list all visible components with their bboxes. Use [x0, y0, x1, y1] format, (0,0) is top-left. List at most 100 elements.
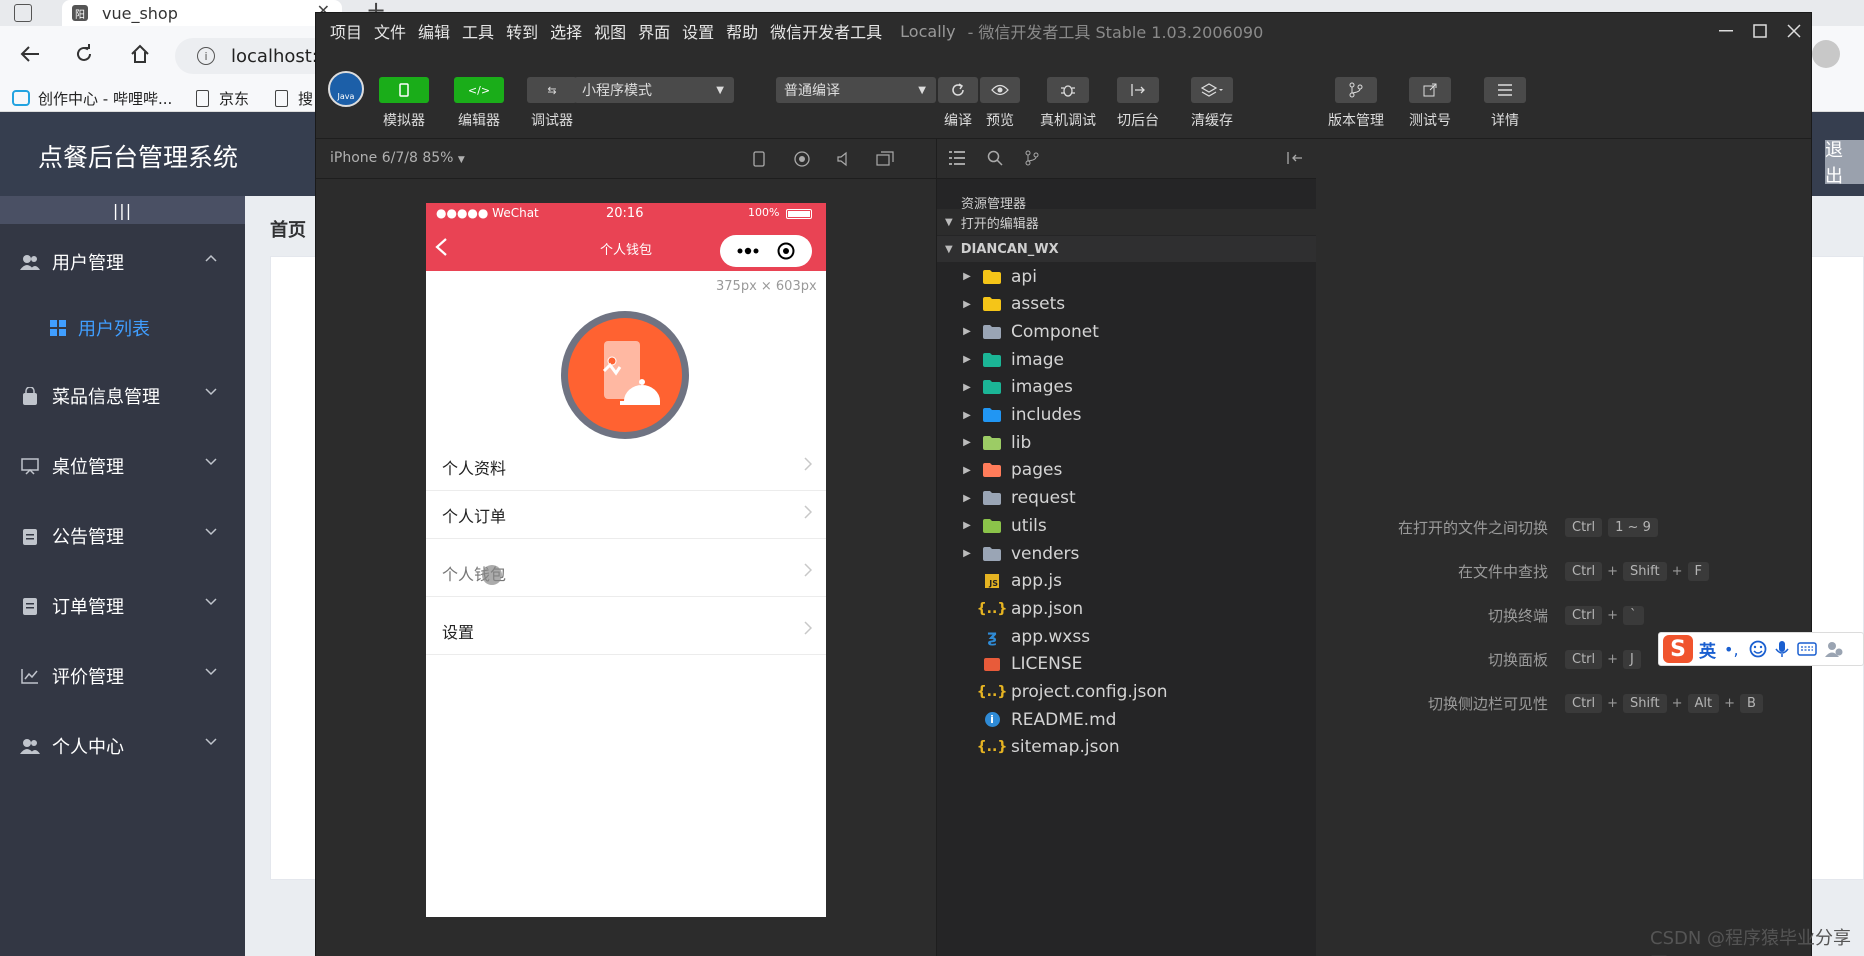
menu-order-management[interactable]: 订单管理 — [0, 578, 245, 634]
phone-frame-icon[interactable] — [753, 151, 765, 167]
editor-toggle[interactable]: </> 编辑器 — [443, 77, 515, 130]
tree-folder-api[interactable]: ▶ api — [935, 263, 1315, 290]
bookmark-jd[interactable]: 京东 — [196, 84, 249, 112]
bookmark-search[interactable]: 搜 — [275, 84, 313, 112]
menu-row-settings[interactable]: 设置 — [426, 607, 826, 655]
record-icon[interactable] — [794, 151, 810, 167]
real-device-debug-button[interactable]: 真机调试 — [1032, 77, 1104, 130]
volume-icon[interactable] — [836, 151, 852, 167]
emoji-icon[interactable] — [1749, 640, 1767, 658]
menu-select[interactable]: 选择 — [550, 19, 582, 43]
tree-item-label: pages — [1011, 460, 1063, 481]
bookmark-bilibili[interactable]: 创作中心 - 哔哩哔... — [12, 84, 172, 112]
home-icon[interactable] — [126, 40, 154, 68]
profile-avatar-icon[interactable] — [1812, 40, 1840, 68]
sidebar-collapse-toggle[interactable]: ||| — [0, 196, 245, 224]
tree-folder-image[interactable]: ▶ image — [935, 346, 1315, 373]
punctuation-icon[interactable]: •, — [1724, 640, 1739, 659]
menu-user-management[interactable]: 用户管理 — [0, 234, 245, 290]
menu-row-profile[interactable]: 个人资料 — [426, 443, 826, 491]
tree-file-app-wxss[interactable]: ƺ app.wxss — [935, 623, 1315, 650]
back-icon[interactable] — [16, 40, 44, 68]
tree-folder-utils[interactable]: ▶ utils — [935, 512, 1315, 539]
reload-icon[interactable] — [70, 40, 98, 68]
tree-file-readme-md[interactable]: i README.md — [935, 706, 1315, 733]
tree-file-app-json[interactable]: {..} app.json — [935, 595, 1315, 622]
watermark: CSDN @程序猿毕业分享网 — [1650, 928, 1852, 956]
tree-file-project-config-json[interactable]: {..} project.config.json — [935, 679, 1315, 706]
ime-language-toggle[interactable]: 英 — [1699, 637, 1716, 662]
collapse-panel-icon[interactable] — [1287, 151, 1303, 165]
project-root-section[interactable]: ▼ DIANCAN_WX — [937, 236, 1317, 262]
preview-button[interactable]: 预览 — [964, 77, 1036, 130]
tree-folder-pages[interactable]: ▶ pages — [935, 457, 1315, 484]
tree-file-license[interactable]: LICENSE — [935, 651, 1315, 678]
caret-right-icon: ▶ — [963, 437, 971, 449]
version-management-button[interactable]: 版本管理 — [1316, 77, 1396, 130]
details-button[interactable]: 详情 — [1469, 77, 1541, 130]
menu-row-orders[interactable]: 个人订单 — [426, 491, 826, 539]
clear-cache-button[interactable]: 清缓存 — [1176, 77, 1248, 130]
info-icon[interactable]: i — [197, 47, 215, 65]
mode-select[interactable]: 小程序模式 ▼ — [574, 77, 734, 103]
test-account-button[interactable]: 测试号 — [1394, 77, 1466, 130]
menu-goto[interactable]: 转到 — [506, 19, 538, 43]
project-avatar[interactable]: Java — [328, 71, 364, 107]
browser-tab[interactable]: 阳 vue_shop ✕ — [62, 0, 342, 26]
caret-right-icon: ▶ — [963, 326, 971, 338]
menu-help[interactable]: 帮助 — [726, 19, 758, 43]
shortcut-label: 在文件中查找 — [1457, 562, 1548, 581]
detach-window-icon[interactable] — [876, 151, 894, 167]
menu-file[interactable]: 文件 — [374, 19, 406, 43]
user-avatar[interactable] — [561, 311, 689, 439]
tree-folder-venders[interactable]: ▶ venders — [935, 540, 1315, 567]
submenu-user-list[interactable]: 用户列表 — [0, 300, 245, 356]
menu-edit[interactable]: 编辑 — [418, 19, 450, 43]
editor-area — [1316, 139, 1811, 956]
tree-folder-componet[interactable]: ▶ Componet — [935, 318, 1315, 345]
microphone-icon[interactable] — [1774, 640, 1789, 658]
menu-notice-management[interactable]: 公告管理 — [0, 508, 245, 564]
menu-table-management[interactable]: 桌位管理 — [0, 438, 245, 494]
user-settings-icon[interactable] — [1824, 641, 1843, 657]
menu-review-management[interactable]: 评价管理 — [0, 648, 245, 704]
menu-dish-management[interactable]: 菜品信息管理 — [0, 368, 245, 424]
device-select[interactable]: iPhone 6/7/8 85% ▼ — [330, 150, 465, 166]
menu-view[interactable]: 视图 — [594, 19, 626, 43]
keyboard-icon[interactable] — [1796, 642, 1817, 656]
tree-file-sitemap-json[interactable]: {..} sitemap.json — [935, 734, 1315, 761]
tree-folder-images[interactable]: ▶ images — [935, 374, 1315, 401]
tree-folder-request[interactable]: ▶ request — [935, 485, 1315, 512]
breadcrumb[interactable]: 首页 — [270, 216, 306, 242]
menu-interface[interactable]: 界面 — [638, 19, 670, 43]
menu-personal-center[interactable]: 个人中心 — [0, 718, 245, 774]
menu-wechat-devtools[interactable]: 微信开发者工具 — [770, 19, 882, 43]
capsule-close-icon[interactable] — [777, 242, 795, 260]
key-cap: Shift — [1623, 561, 1667, 581]
open-editors-section[interactable]: ▼ 打开的编辑器 — [937, 209, 1317, 235]
search-icon[interactable] — [987, 150, 1003, 166]
sidebar-toggle-icon[interactable] — [14, 4, 32, 22]
tree-file-app-js[interactable]: JS app.js — [935, 568, 1315, 595]
toolbar-label: 测试号 — [1409, 113, 1451, 129]
git-branch-icon[interactable] — [1025, 150, 1039, 166]
background-button[interactable]: 切后台 — [1102, 77, 1174, 130]
shortcut-label: 切换面板 — [1487, 650, 1548, 669]
tree-folder-assets[interactable]: ▶ assets — [935, 291, 1315, 318]
menu-project[interactable]: 项目 — [330, 19, 362, 43]
more-icon[interactable] — [737, 247, 759, 255]
tree-item-label: images — [1011, 377, 1073, 398]
files-list-icon[interactable] — [949, 151, 965, 165]
simulator-toggle[interactable]: 模拟器 — [368, 77, 440, 130]
menu-settings[interactable]: 设置 — [682, 19, 714, 43]
url-bar[interactable]: i localhost:8 — [175, 38, 335, 74]
toolbar-label: 清缓存 — [1191, 113, 1233, 129]
compile-mode-select[interactable]: 普通编译 ▼ — [776, 77, 936, 103]
logout-button[interactable]: 退出 — [1825, 140, 1864, 187]
tree-folder-includes[interactable]: ▶ includes — [935, 402, 1315, 429]
menu-label: 个人中心 — [52, 737, 124, 758]
chevron-down-icon — [205, 738, 217, 746]
tree-folder-lib[interactable]: ▶ lib — [935, 429, 1315, 456]
menu-tools[interactable]: 工具 — [462, 19, 494, 43]
close-icon[interactable] — [1772, 13, 1816, 49]
